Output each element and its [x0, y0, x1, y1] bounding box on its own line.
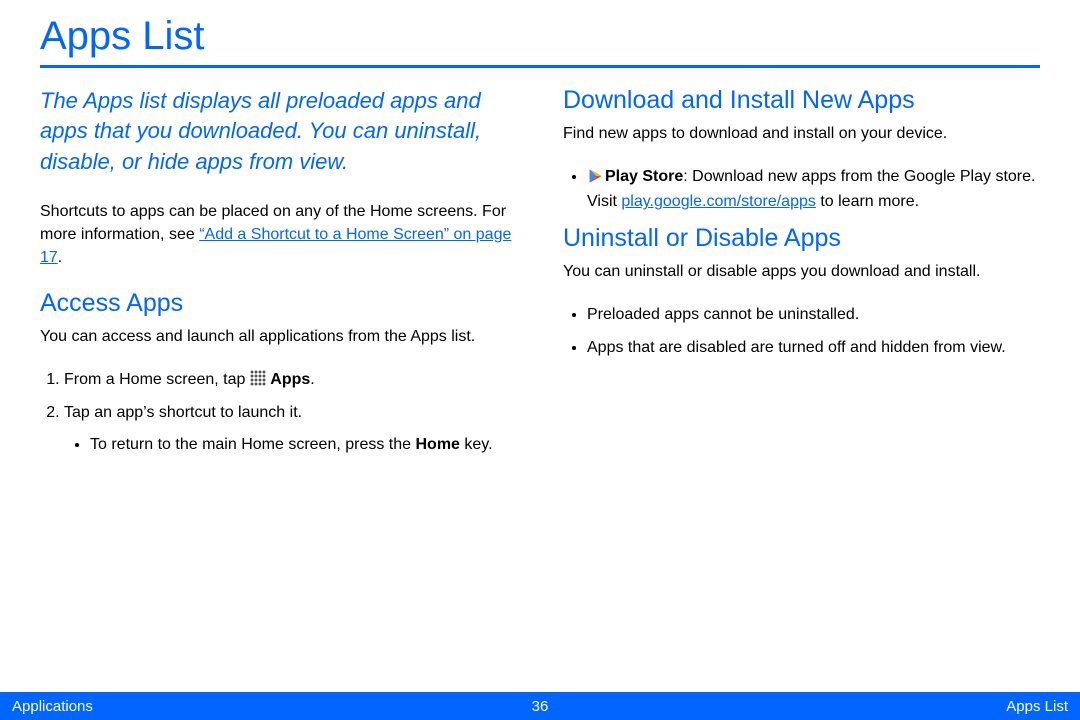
heading-access-apps: Access Apps	[40, 289, 517, 318]
step-2-text: Tap an app’s shortcut to launch it.	[64, 404, 302, 421]
heading-uninstall-disable: Uninstall or Disable Apps	[563, 224, 1040, 253]
title-rule	[40, 65, 1040, 68]
right-column: Download and Install New Apps Find new a…	[563, 86, 1040, 467]
play-store-icon	[587, 168, 603, 192]
play-store-link[interactable]: play.google.com/store/apps	[621, 193, 815, 210]
access-apps-body: You can access and launch all applicatio…	[40, 326, 517, 349]
content-columns: The Apps list displays all preloaded app…	[40, 86, 1040, 467]
heading-download-install: Download and Install New Apps	[563, 86, 1040, 115]
step-1: From a Home screen, tap Apps.	[64, 369, 517, 392]
step-2-sub: To return to the main Home screen, press…	[64, 434, 517, 457]
step-2-sub-post: key.	[460, 436, 493, 453]
footer-page-number: 36	[532, 698, 549, 715]
uninstall-bullet-1: Preloaded apps cannot be uninstalled.	[587, 304, 1040, 327]
document-page: Apps List The Apps list displays all pre…	[0, 0, 1080, 720]
apps-grid-icon	[250, 370, 266, 386]
left-column: The Apps list displays all preloaded app…	[40, 86, 517, 467]
access-apps-steps: From a Home screen, tap Apps. Tap an app…	[40, 369, 517, 457]
step-1-pre: From a Home screen, tap	[64, 371, 250, 388]
page-footer: Applications 36 Apps List	[0, 692, 1080, 720]
page-title: Apps List	[40, 14, 1040, 65]
step-1-post: .	[310, 371, 314, 388]
download-bullets: Play Store: Download new apps from the G…	[563, 166, 1040, 214]
play-store-post: to learn more.	[816, 193, 919, 210]
shortcuts-text-post: .	[58, 249, 62, 266]
step-2-sub-pre: To return to the main Home screen, press…	[90, 436, 415, 453]
step-1-bold: Apps	[270, 371, 310, 388]
step-2-sub-item: To return to the main Home screen, press…	[90, 434, 517, 457]
footer-left: Applications	[12, 698, 93, 715]
play-store-item: Play Store: Download new apps from the G…	[587, 166, 1040, 214]
step-2-sub-bold: Home	[415, 436, 459, 453]
intro-paragraph: The Apps list displays all preloaded app…	[40, 86, 517, 177]
uninstall-disable-body: You can uninstall or disable apps you do…	[563, 261, 1040, 284]
footer-right: Apps List	[1006, 698, 1068, 715]
uninstall-bullet-2: Apps that are disabled are turned off an…	[587, 337, 1040, 360]
uninstall-bullets: Preloaded apps cannot be uninstalled. Ap…	[563, 304, 1040, 359]
shortcuts-paragraph: Shortcuts to apps can be placed on any o…	[40, 201, 517, 269]
download-install-body: Find new apps to download and install on…	[563, 123, 1040, 146]
play-store-label: Play Store	[605, 168, 683, 185]
step-2: Tap an app’s shortcut to launch it. To r…	[64, 402, 517, 457]
